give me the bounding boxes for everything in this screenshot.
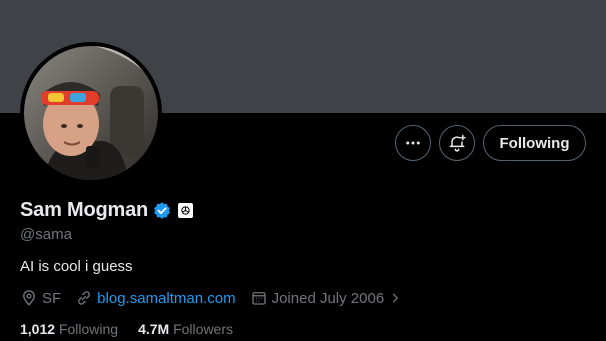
location-item: SF — [20, 289, 61, 307]
following-button[interactable]: Following — [483, 125, 586, 161]
joined-item[interactable]: Joined July 2006 — [250, 289, 407, 307]
link-icon — [78, 291, 91, 305]
following-label: Following — [58, 321, 119, 337]
website-item[interactable]: blog.samaltman.com — [75, 289, 236, 307]
more-horizontal-icon — [406, 141, 420, 145]
verified-badge-icon[interactable] — [152, 201, 172, 221]
following-count: 1,012 — [20, 321, 56, 337]
bell-plus-icon — [449, 134, 466, 152]
website-link[interactable]: blog.samaltman.com — [97, 290, 235, 307]
followers-count: 4.7M — [138, 321, 170, 337]
followers-stat[interactable]: 4.7M Followers — [138, 321, 233, 337]
location-pin-icon — [23, 290, 35, 306]
joined-text: Joined July 2006 — [271, 289, 385, 307]
notifications-button[interactable] — [439, 125, 475, 161]
profile-bio: AI is cool i guess — [20, 258, 133, 275]
calendar-icon — [251, 292, 266, 305]
profile-meta: SF blog.samaltman.com Joined July 2006 — [20, 289, 420, 307]
followers-label: Followers — [173, 321, 233, 337]
location-text: SF — [42, 289, 62, 307]
display-name: Sam Mogman — [20, 199, 149, 221]
avatar[interactable] — [24, 46, 158, 180]
more-button[interactable] — [395, 125, 431, 161]
follow-stats: 1,012 Following 4.7M Followers — [20, 321, 253, 337]
following-stat[interactable]: 1,012 Following — [20, 321, 118, 337]
user-handle: @sama — [20, 226, 72, 243]
name-row: Sam Mogman — [20, 199, 194, 222]
chevron-right-icon — [392, 293, 399, 303]
openai-logo-icon[interactable] — [178, 203, 194, 218]
